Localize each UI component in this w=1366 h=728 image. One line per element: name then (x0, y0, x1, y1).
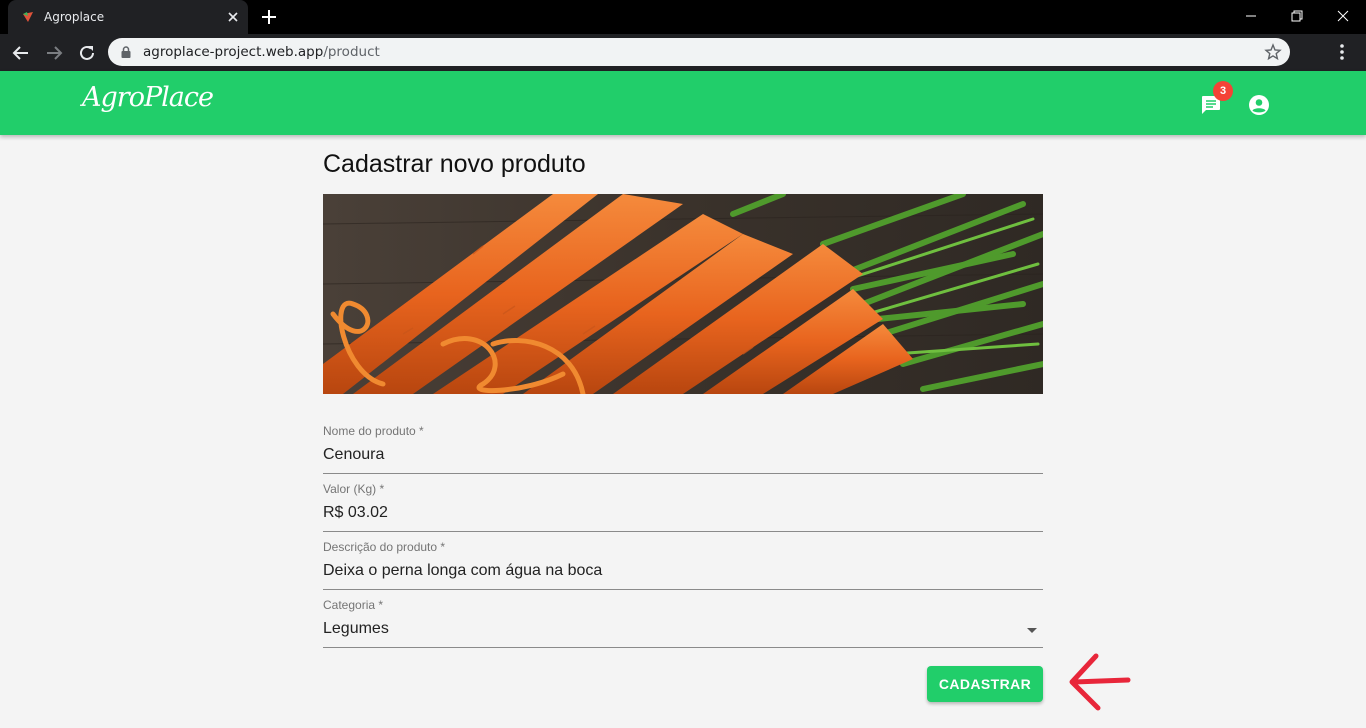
browser-tab-bar: Agroplace (0, 0, 1366, 34)
forward-icon[interactable] (43, 42, 65, 64)
page-title: Cadastrar novo produto (323, 150, 586, 178)
url-text: agroplace-project.web.app/product (143, 44, 380, 60)
price-label: Valor (Kg) * (323, 482, 385, 496)
bookmark-star-icon[interactable] (1264, 43, 1282, 61)
description-input[interactable]: Deixa o perna longa com água na boca (323, 562, 602, 580)
restore-icon[interactable] (1286, 6, 1308, 26)
minimize-icon[interactable] (1240, 6, 1262, 26)
category-select[interactable]: Categoria * Legumes (323, 598, 1043, 648)
back-icon[interactable] (10, 42, 32, 64)
description-label: Descrição do produto * (323, 540, 446, 554)
category-value[interactable]: Legumes (323, 620, 389, 638)
notification-badge: 3 (1213, 81, 1233, 101)
tab-title: Agroplace (44, 10, 105, 24)
price-input[interactable]: R$ 03.02 (323, 504, 388, 522)
browser-menu-icon[interactable] (1332, 42, 1352, 62)
price-field[interactable]: Valor (Kg) * R$ 03.02 (323, 482, 1043, 532)
url-host: agroplace-project.web.app (143, 44, 324, 60)
close-window-icon[interactable] (1332, 6, 1354, 26)
new-tab-icon[interactable] (259, 7, 279, 27)
url-path: /product (323, 44, 380, 60)
agroplace-favicon-icon (23, 12, 33, 22)
address-bar[interactable]: agroplace-project.web.app/product (108, 38, 1290, 66)
account-circle-icon[interactable] (1247, 93, 1271, 117)
product-name-input[interactable]: Cenoura (323, 446, 384, 464)
lock-icon (121, 46, 131, 58)
carrots-photo-icon (323, 194, 1043, 394)
app-header: AgroPlace (0, 71, 1366, 135)
reload-icon[interactable] (76, 42, 98, 64)
product-image (323, 194, 1043, 394)
browser-toolbar: agroplace-project.web.app/product (0, 34, 1366, 71)
red-arrow-annotation-icon (1069, 653, 1131, 711)
submit-button[interactable]: CADASTRAR (927, 666, 1043, 702)
close-tab-icon[interactable] (224, 8, 242, 26)
browser-tab[interactable]: Agroplace (8, 0, 248, 34)
dropdown-arrow-icon[interactable] (1027, 628, 1037, 633)
product-name-label: Nome do produto * (323, 424, 424, 438)
category-label: Categoria * (323, 598, 384, 612)
description-field[interactable]: Descrição do produto * Deixa o perna lon… (323, 540, 1043, 590)
product-name-field[interactable]: Nome do produto * Cenoura (323, 424, 1043, 474)
agroplace-logo[interactable]: AgroPlace (82, 82, 214, 113)
